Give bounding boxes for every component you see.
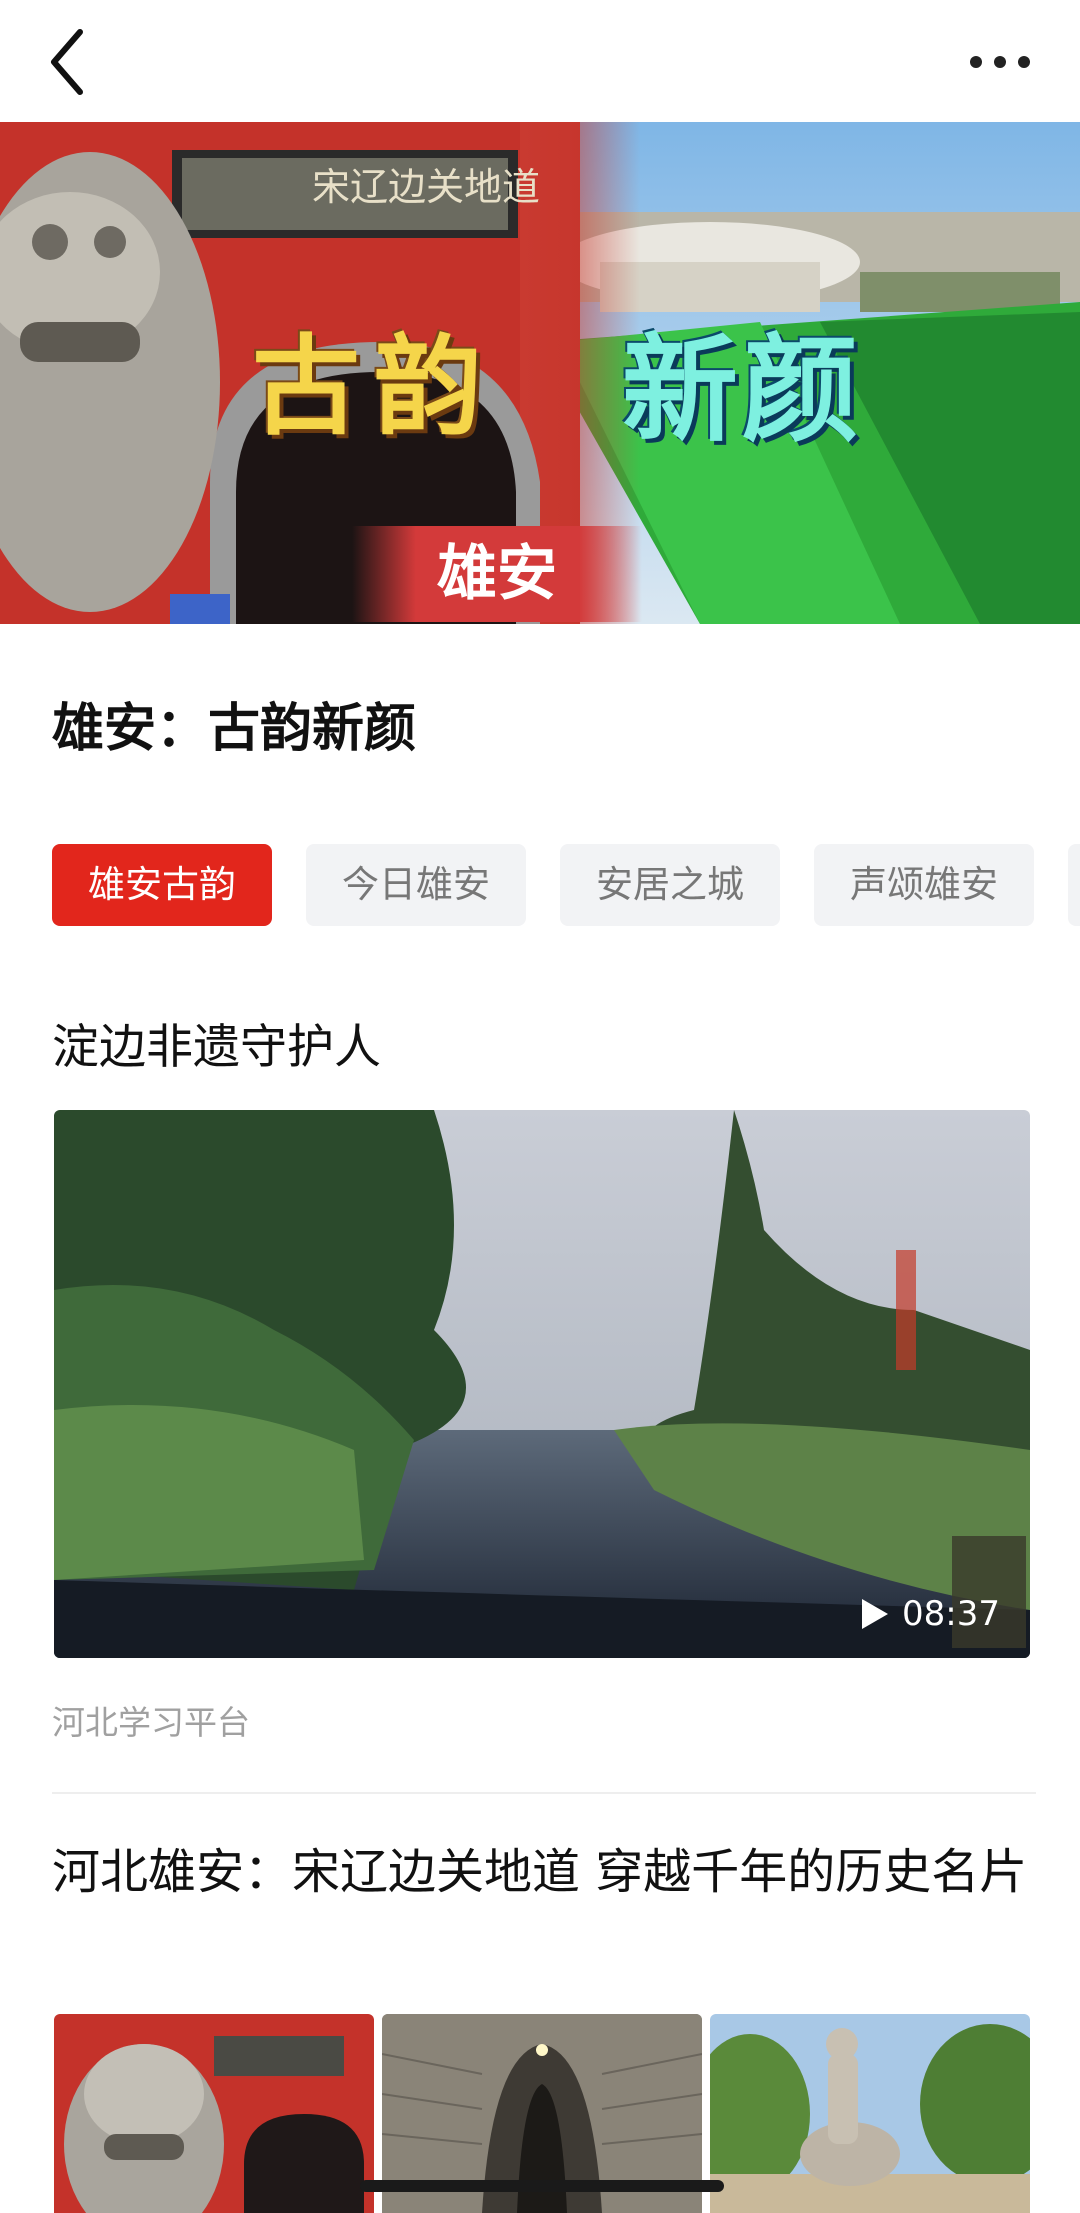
gallery-image-statue[interactable]: [710, 2014, 1030, 2213]
chevron-left-icon: [51, 29, 83, 95]
statue-image: [710, 2014, 1030, 2213]
page-title: 雄安：古韵新颜: [52, 698, 417, 759]
tab-jinri-xiongan[interactable]: 今日雄安: [306, 844, 526, 926]
article-title[interactable]: 淀边非遗守护人: [52, 1008, 381, 1077]
hero-title-new: 新颜: [622, 322, 862, 458]
more-button[interactable]: [960, 30, 1040, 94]
video-duration: 08:37: [902, 1594, 1000, 1634]
article-title[interactable]: 河北雄安：宋辽边关地道 穿越千年的历史名片: [52, 1838, 1042, 1906]
hero-title-old: 古韵: [252, 324, 497, 450]
hero-banner[interactable]: 宋辽边关地道 古韵 新颜 雄安: [0, 122, 1080, 624]
hero-badge: 雄安: [352, 526, 642, 622]
divider: [52, 1792, 1036, 1794]
tab-anju-zhicheng[interactable]: 安居之城: [560, 844, 780, 926]
gate-plaque-text: 宋辽边关地道: [312, 165, 540, 209]
video-thumbnail[interactable]: 08:37: [54, 1110, 1030, 1658]
video-duration-badge: 08:37: [862, 1594, 1000, 1634]
more-horizontal-icon: [970, 56, 1030, 68]
play-icon: [862, 1599, 889, 1629]
tab-shengsong-xiongan[interactable]: 声颂雄安: [814, 844, 1034, 926]
top-navigation-bar: [0, 0, 1080, 122]
video-cover-image: [54, 1110, 1030, 1658]
article-source: 河北学习平台: [52, 1703, 250, 1742]
back-button[interactable]: [40, 26, 104, 98]
gallery-image-gate[interactable]: [54, 2014, 374, 2213]
home-indicator: [360, 2180, 724, 2192]
tab-xiongan-guyun[interactable]: 雄安古韵: [52, 844, 272, 926]
category-tabs: 雄安古韵 今日雄安 安居之城 声颂雄安: [52, 844, 1080, 926]
tab-overflow-edge[interactable]: [1068, 844, 1080, 926]
gate-lion-image: [54, 2014, 374, 2213]
